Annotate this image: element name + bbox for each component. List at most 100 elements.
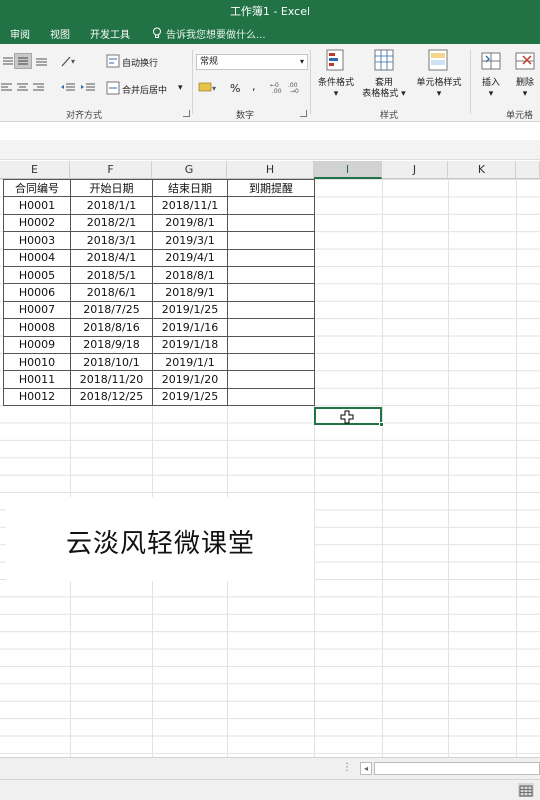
merge-center-dropdown-icon[interactable]: ▾ [178,83,183,93]
table-cell[interactable]: 2018/8/16 [70,318,153,337]
number-launcher-icon[interactable] [300,110,307,117]
text-align-center-icon[interactable] [16,82,30,94]
table-cell[interactable]: 2018/6/1 [70,283,153,302]
table-cell[interactable]: 2019/1/20 [152,370,228,389]
table-cell[interactable]: H0001 [3,196,71,215]
table-cell[interactable]: 2018/11/1 [152,196,228,215]
currency-icon[interactable]: ▾ [198,80,220,94]
conditional-format-button[interactable]: 条件格式 ▾ [314,78,358,100]
header-cell[interactable]: 开始日期 [70,179,153,198]
table-cell[interactable] [227,196,315,215]
increase-decimal-icon[interactable]: ←0.00 [270,80,286,94]
table-cell[interactable]: 2018/2/1 [70,213,153,233]
column-header-k[interactable]: K [448,161,516,179]
align-bottom-icon[interactable] [34,56,50,68]
column-header-next[interactable] [516,161,540,179]
table-cell[interactable]: 2018/1/1 [70,196,153,215]
fill-handle[interactable] [379,422,384,427]
table-cell[interactable] [227,370,315,389]
table-cell[interactable]: 2019/8/1 [152,213,228,233]
horizontal-scrollbar[interactable] [374,762,540,775]
wrap-text-button[interactable]: 自动换行 [122,56,158,69]
wrap-text-icon[interactable] [106,54,120,68]
table-cell[interactable]: 2019/1/18 [152,335,228,354]
table-cell[interactable] [227,318,315,337]
table-cell[interactable]: 2018/5/1 [70,265,153,285]
header-cell[interactable]: 到期提醒 [227,179,315,198]
tab-view[interactable]: 视图 [40,26,80,41]
column-header-j[interactable]: J [382,161,448,179]
table-cell[interactable]: 2019/4/1 [152,248,228,267]
cell-styles-icon[interactable] [427,48,451,74]
delete-button[interactable]: 删除 ▾ [510,78,540,100]
table-cell[interactable] [227,248,315,267]
table-cell[interactable]: H0007 [3,300,71,320]
text-align-left-icon[interactable] [0,82,14,94]
column-header-i[interactable]: I [314,161,382,179]
text-align-right-icon[interactable] [32,82,46,94]
table-cell[interactable]: H0008 [3,318,71,337]
delete-cells-icon[interactable] [514,50,540,74]
table-cell[interactable] [227,352,315,372]
tab-split-handle[interactable]: ⋮ [342,762,352,773]
insert-cells-icon[interactable] [480,50,504,74]
decrease-indent-icon[interactable] [60,82,76,94]
tab-review[interactable]: 审阅 [0,26,40,41]
number-format-select[interactable]: 常规 ▾ [196,54,308,70]
header-cell[interactable]: 合同编号 [3,179,71,198]
table-cell[interactable]: 2018/4/1 [70,248,153,267]
column-header-h[interactable]: H [227,161,314,179]
table-cell[interactable]: 2018/12/25 [70,387,153,407]
tab-developer[interactable]: 开发工具 [80,26,140,41]
normal-view-button[interactable] [518,783,534,797]
table-cell[interactable] [227,265,315,285]
table-cell[interactable] [227,231,315,250]
table-cell[interactable]: 2018/3/1 [70,231,153,250]
column-header-g[interactable]: G [152,161,227,179]
decrease-decimal-icon[interactable]: .00→0 [288,80,304,94]
table-cell[interactable]: H0002 [3,213,71,233]
table-cell[interactable]: H0005 [3,265,71,285]
table-cell[interactable]: H0006 [3,283,71,302]
table-cell[interactable]: H0012 [3,387,71,407]
table-cell[interactable]: H0003 [3,231,71,250]
table-cell[interactable]: 2018/11/20 [70,370,153,389]
scroll-left-button[interactable]: ◂ [360,762,372,775]
table-cell[interactable]: H0004 [3,248,71,267]
alignment-launcher-icon[interactable] [183,110,190,117]
table-cell[interactable] [227,335,315,354]
table-cell[interactable]: 2018/9/1 [152,283,228,302]
format-as-table-button[interactable]: 套用 表格格式 ▾ [360,78,408,100]
table-cell[interactable]: 2019/3/1 [152,231,228,250]
table-cell[interactable] [227,213,315,233]
tell-me-box[interactable]: 告诉我您想要做什么... [140,26,266,41]
insert-button[interactable]: 插入 ▾ [476,78,506,100]
table-cell[interactable]: H0010 [3,352,71,372]
table-cell[interactable]: H0011 [3,370,71,389]
table-cell[interactable]: 2018/7/25 [70,300,153,320]
increase-indent-icon[interactable] [80,82,96,94]
percent-button[interactable]: % [230,82,240,95]
table-cell[interactable] [227,283,315,302]
column-header-f[interactable]: F [70,161,152,179]
table-cell[interactable]: 2019/1/25 [152,387,228,407]
merge-center-button[interactable]: 合并后居中 [122,83,167,96]
table-cell[interactable]: 2018/8/1 [152,265,228,285]
orientation-icon[interactable]: ▾ [60,54,82,68]
cell-styles-button[interactable]: 单元格样式 ▾ [412,78,466,100]
format-as-table-icon[interactable] [373,48,397,74]
conditional-format-icon[interactable] [325,48,347,74]
selected-cell[interactable] [314,407,384,427]
column-header-e[interactable]: E [0,161,70,179]
header-cell[interactable]: 结束日期 [152,179,228,198]
table-cell[interactable]: 2019/1/1 [152,352,228,372]
table-cell[interactable]: 2019/1/16 [152,318,228,337]
table-cell[interactable]: 2018/10/1 [70,352,153,372]
table-cell[interactable]: 2019/1/25 [152,300,228,320]
comma-button[interactable]: , [252,80,256,93]
merge-center-icon[interactable] [106,81,120,95]
align-middle-button[interactable] [14,53,32,69]
table-cell[interactable] [227,300,315,320]
table-cell[interactable]: H0009 [3,335,71,354]
table-cell[interactable]: 2018/9/18 [70,335,153,354]
